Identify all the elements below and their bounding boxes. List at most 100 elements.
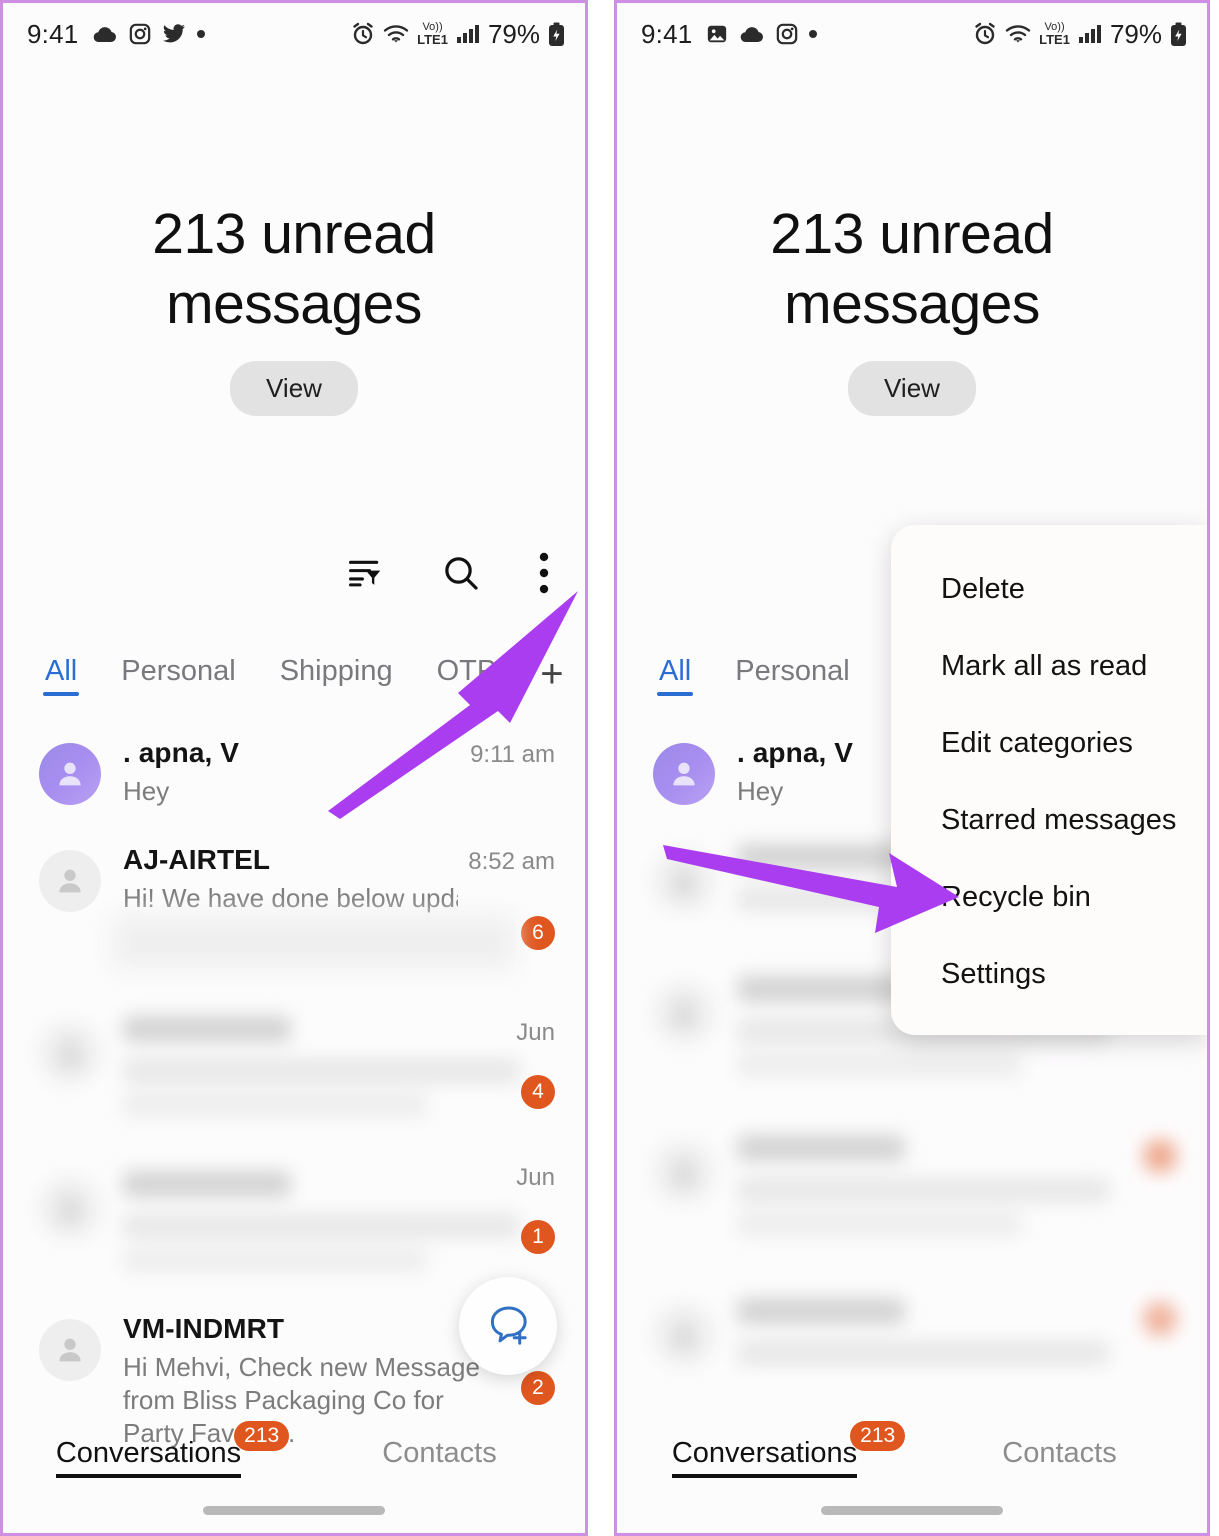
menu-item-starred-messages[interactable]: Starred messages — [891, 782, 1207, 859]
conversation-time: 8:52 am — [468, 848, 555, 875]
conversation-time: Jun — [516, 1164, 555, 1191]
tab-all[interactable]: All — [42, 655, 80, 696]
conversation-preview-line2 — [123, 1248, 427, 1272]
menu-item-mark-all-as-read[interactable]: Mark all as read — [891, 628, 1207, 705]
unread-header: 213 unread messages View — [617, 199, 1207, 416]
row-meta — [1143, 1298, 1177, 1336]
conversation-preview-line2 — [123, 1093, 427, 1117]
screenshot-stage: 9:41 Vo)) LTE1 79% 213 unread messages V… — [0, 0, 1219, 1536]
avatar — [39, 1022, 101, 1084]
instagram-icon — [129, 23, 151, 45]
tab-personal[interactable]: Personal — [735, 655, 849, 694]
status-bar: 9:41 Vo)) LTE1 79% — [3, 3, 585, 65]
avatar — [653, 1141, 715, 1203]
unread-badge — [1143, 1139, 1177, 1173]
conversation-time: Jun — [516, 1019, 555, 1046]
unread-header: 213 unread messages View — [3, 199, 585, 416]
overflow-menu[interactable]: Delete Mark all as read Edit categories … — [891, 525, 1207, 1035]
conversation-preview-line2 — [737, 1212, 1023, 1236]
nav-conversations-badge: 213 — [234, 1421, 290, 1451]
weather-cloud-icon — [92, 24, 118, 44]
row-content — [101, 1016, 555, 1117]
view-button[interactable]: View — [230, 361, 358, 416]
conversation-time: 9:11 am — [470, 741, 555, 768]
sort-filter-icon[interactable] — [343, 550, 389, 596]
search-icon[interactable] — [437, 549, 485, 597]
status-right-icons: Vo)) LTE1 79% — [973, 19, 1187, 50]
row-meta: 9:11 am — [470, 737, 555, 769]
table-row[interactable] — [3, 1135, 585, 1290]
alarm-icon — [351, 22, 375, 46]
unread-badge: 4 — [521, 1075, 555, 1109]
battery-icon — [548, 22, 565, 47]
conversation-preview — [737, 1178, 1110, 1202]
conversation-name — [123, 1016, 291, 1042]
avatar — [39, 1177, 101, 1239]
avatar — [653, 982, 715, 1044]
new-conversation-icon[interactable] — [459, 1277, 557, 1375]
battery-percent-label: 79% — [1109, 18, 1162, 49]
nav-conversations[interactable]: Conversations 213 — [3, 1421, 294, 1478]
bottom-navigation: Conversations 213 Contacts — [3, 1415, 585, 1533]
conversation-name — [737, 844, 905, 870]
weather-cloud-icon — [739, 24, 765, 44]
more-vertical-icon[interactable] — [533, 548, 555, 598]
tab-all[interactable]: All — [656, 655, 694, 696]
volte-icon: Vo)) LTE1 — [1039, 22, 1070, 47]
conversation-preview — [123, 1059, 520, 1083]
conversation-name — [123, 1171, 291, 1197]
tab-personal[interactable]: Personal — [121, 655, 235, 694]
avatar — [653, 743, 715, 805]
menu-item-delete[interactable]: Delete — [891, 551, 1207, 628]
menu-item-edit-categories[interactable]: Edit categories — [891, 705, 1207, 782]
signal-icon — [1078, 24, 1102, 44]
avatar — [653, 1304, 715, 1366]
avatar — [39, 850, 101, 912]
gesture-home-bar[interactable] — [203, 1506, 385, 1515]
row-meta: Jun 1 — [516, 1164, 555, 1254]
row-content — [715, 1298, 1143, 1365]
conversation-name: AJ-AIRTEL — [123, 844, 271, 875]
unread-badge: 1 — [521, 1220, 555, 1254]
bottom-navigation: Conversations 213 Contacts — [617, 1415, 1207, 1533]
avatar — [653, 850, 715, 912]
view-button[interactable]: View — [848, 361, 976, 416]
row-meta: Jun 4 — [516, 1019, 555, 1109]
menu-item-recycle-bin[interactable]: Recycle bin — [891, 859, 1207, 936]
row-content — [101, 1171, 555, 1272]
status-time: 9:41 — [641, 18, 693, 49]
twitter-icon — [162, 23, 186, 45]
table-row[interactable]: . apna, V Hey 9:11 am — [3, 719, 585, 826]
conversation-preview: Hi! We have done below updation — [123, 883, 458, 913]
nav-contacts-label: Contacts — [1002, 1437, 1117, 1469]
unread-count-title: 213 unread messages — [152, 202, 436, 336]
add-category-button[interactable]: + — [540, 654, 563, 694]
conversation-name: . apna, V — [123, 737, 240, 768]
row-content: . apna, V Hey — [101, 737, 470, 808]
row-content: AJ-AIRTEL Hi! We have done below updatio… — [101, 844, 468, 915]
tab-shipping[interactable]: Shipping — [280, 655, 393, 694]
status-bar: 9:41 Vo)) LTE1 79% — [617, 3, 1207, 65]
conversation-name — [737, 976, 905, 1002]
conversation-preview — [737, 1341, 1110, 1365]
wifi-icon — [383, 23, 409, 45]
nav-conversations[interactable]: Conversations 213 — [617, 1421, 912, 1478]
table-row[interactable] — [3, 954, 585, 1135]
row-content — [715, 1135, 1143, 1236]
phone-screenshot-right: 9:41 Vo)) LTE1 79% 213 unread messages V… — [614, 0, 1210, 1536]
menu-item-settings[interactable]: Settings — [891, 936, 1207, 1013]
nav-contacts[interactable]: Contacts — [912, 1437, 1207, 1470]
table-row[interactable] — [617, 1095, 1207, 1254]
more-dot-icon — [197, 30, 206, 38]
nav-contacts[interactable]: Contacts — [294, 1437, 585, 1470]
nav-conversations-label: Conversations 213 — [671, 1421, 906, 1478]
volte-icon: Vo)) LTE1 — [417, 22, 448, 47]
volte-network-label: LTE1 — [1039, 32, 1070, 47]
gesture-home-bar[interactable] — [821, 1506, 1003, 1515]
table-row[interactable] — [617, 1254, 1207, 1384]
nav-conversations-badge: 213 — [850, 1421, 906, 1451]
avatar — [39, 743, 101, 805]
volte-network-label: LTE1 — [417, 32, 448, 47]
status-left-icons — [92, 23, 206, 45]
tab-otp[interactable]: OTP — [437, 655, 497, 694]
